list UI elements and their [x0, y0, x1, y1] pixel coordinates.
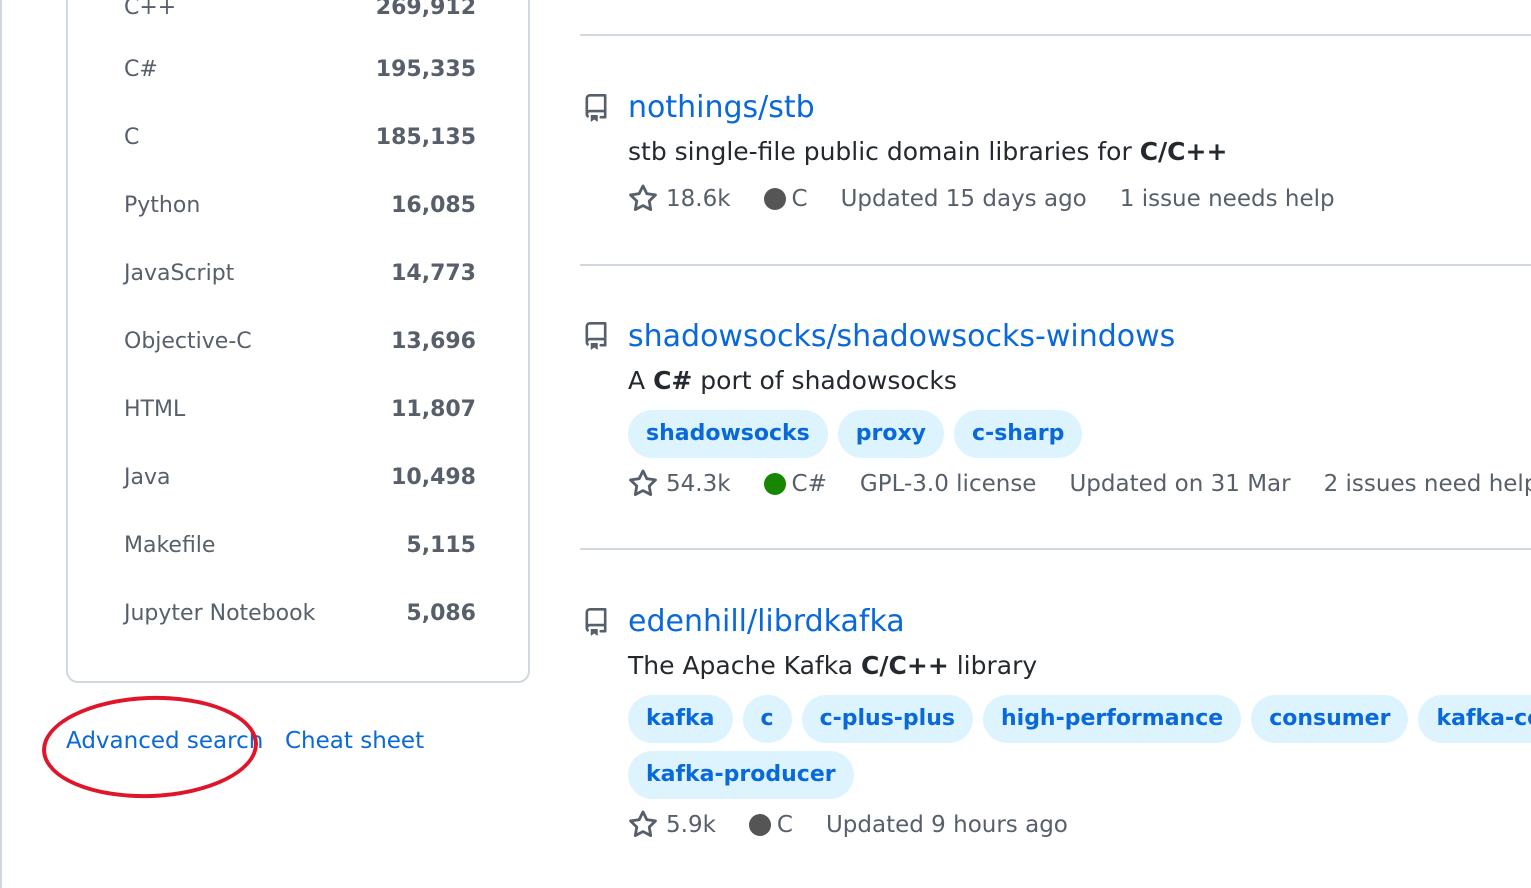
- topic-tag[interactable]: c: [742, 695, 792, 743]
- language-item-objective-c[interactable]: Objective-C 13,696: [124, 322, 476, 362]
- repo-language: C: [763, 186, 808, 212]
- language-count: 5,115: [406, 533, 476, 558]
- result-divider: [580, 34, 1531, 36]
- cheat-sheet-link[interactable]: Cheat sheet: [285, 726, 424, 756]
- topic-list-row-2: kafka-producer: [628, 751, 864, 799]
- language-count: 14,773: [391, 261, 476, 286]
- result-divider: [580, 548, 1531, 550]
- updated-time: Updated on 31 Mar: [1069, 471, 1291, 497]
- result-divider: [580, 264, 1531, 266]
- updated-time: Updated 15 days ago: [840, 186, 1087, 212]
- language-item-cpp[interactable]: C++ 269,912: [124, 0, 476, 28]
- language-item-makefile[interactable]: Makefile 5,115: [124, 526, 476, 566]
- topic-tag[interactable]: proxy: [837, 410, 945, 458]
- topic-tag[interactable]: shadowsocks: [628, 410, 828, 458]
- language-count: 11,807: [391, 397, 476, 422]
- language-count: 10,498: [391, 465, 476, 490]
- topic-list: shadowsocks proxy c-sharp: [628, 410, 1092, 458]
- language-count: 5,086: [406, 601, 476, 626]
- star-icon: [629, 184, 657, 212]
- language-name: C++: [124, 0, 177, 20]
- language-name: HTML: [124, 397, 186, 422]
- repo-language: C: [748, 812, 793, 838]
- language-item-csharp[interactable]: C# 195,335: [124, 50, 476, 90]
- language-name: JavaScript: [124, 261, 235, 286]
- stars-count[interactable]: 54.3k: [628, 469, 731, 499]
- topic-tag[interactable]: kafka-consumer: [1418, 695, 1531, 743]
- language-count: 195,335: [375, 57, 476, 82]
- language-item-javascript[interactable]: JavaScript 14,773: [124, 254, 476, 294]
- language-name: Java: [124, 465, 171, 490]
- repo-meta: 5.9k C Updated 9 hours ago: [628, 808, 1101, 842]
- language-name: C#: [124, 57, 158, 82]
- language-color-dot: [763, 188, 786, 210]
- language-name: C: [124, 125, 140, 150]
- repo-description: The Apache Kafka C/C++ library: [628, 651, 1038, 680]
- help-issues-link[interactable]: 1 issue needs help: [1120, 186, 1335, 212]
- language-item-java[interactable]: Java 10,498: [124, 458, 476, 498]
- repo-link-librdkafka[interactable]: edenhill/librdkafka: [628, 604, 905, 640]
- repo-description: A C# port of shadowsocks: [628, 366, 957, 395]
- repo-meta: 18.6k C Updated 15 days ago 1 issue need…: [628, 182, 1368, 216]
- topic-list: kafka c c-plus-plus high-performance consume…: [628, 695, 1531, 743]
- language-filter-panel: C++ 269,912 C# 195,335 C 185,135 Python …: [66, 0, 530, 683]
- stars-count[interactable]: 5.9k: [628, 810, 716, 840]
- topic-tag[interactable]: kafka: [628, 695, 733, 743]
- topic-tag[interactable]: kafka-producer: [628, 751, 854, 799]
- repo-icon: [585, 322, 607, 350]
- language-name: Python: [124, 193, 201, 218]
- language-item-jupyter-notebook[interactable]: Jupyter Notebook 5,086: [124, 594, 476, 634]
- language-name: Jupyter Notebook: [124, 601, 316, 626]
- repo-icon: [585, 94, 607, 122]
- language-item-c[interactable]: C 185,135: [124, 118, 476, 158]
- language-color-dot: [763, 473, 786, 495]
- language-item-python[interactable]: Python 16,085: [124, 186, 476, 226]
- language-name: Objective-C: [124, 329, 252, 354]
- license: GPL-3.0 license: [859, 471, 1037, 497]
- repo-link-shadowsocks-windows[interactable]: shadowsocks/shadowsocks-windows: [628, 319, 1175, 355]
- page-left-border: [0, 0, 2, 888]
- repo-description: stb single-file public domain libraries …: [628, 137, 1228, 166]
- topic-tag[interactable]: c-plus-plus: [801, 695, 973, 743]
- language-count: 13,696: [391, 329, 476, 354]
- topic-tag[interactable]: consumer: [1251, 695, 1409, 743]
- topic-tag[interactable]: high-performance: [982, 695, 1242, 743]
- repo-meta: 54.3k C# GPL-3.0 license Updated on 31 M…: [628, 467, 1531, 501]
- language-item-html[interactable]: HTML 11,807: [124, 390, 476, 430]
- repo-link-nothings-stb[interactable]: nothings/stb: [628, 90, 815, 126]
- language-count: 16,085: [391, 193, 476, 218]
- stars-count[interactable]: 18.6k: [628, 184, 731, 214]
- star-icon: [629, 810, 657, 838]
- language-name: Makefile: [124, 533, 216, 558]
- updated-time: Updated 9 hours ago: [825, 812, 1068, 838]
- help-issues-link[interactable]: 2 issues need help: [1324, 471, 1531, 497]
- language-count: 185,135: [375, 125, 476, 150]
- topic-tag[interactable]: c-sharp: [954, 410, 1083, 458]
- repo-icon: [585, 608, 607, 636]
- advanced-search-link[interactable]: Advanced search: [66, 726, 263, 756]
- language-color-dot: [748, 814, 771, 836]
- star-icon: [629, 469, 657, 497]
- language-count: 269,912: [375, 0, 476, 20]
- repo-language: C#: [763, 471, 827, 497]
